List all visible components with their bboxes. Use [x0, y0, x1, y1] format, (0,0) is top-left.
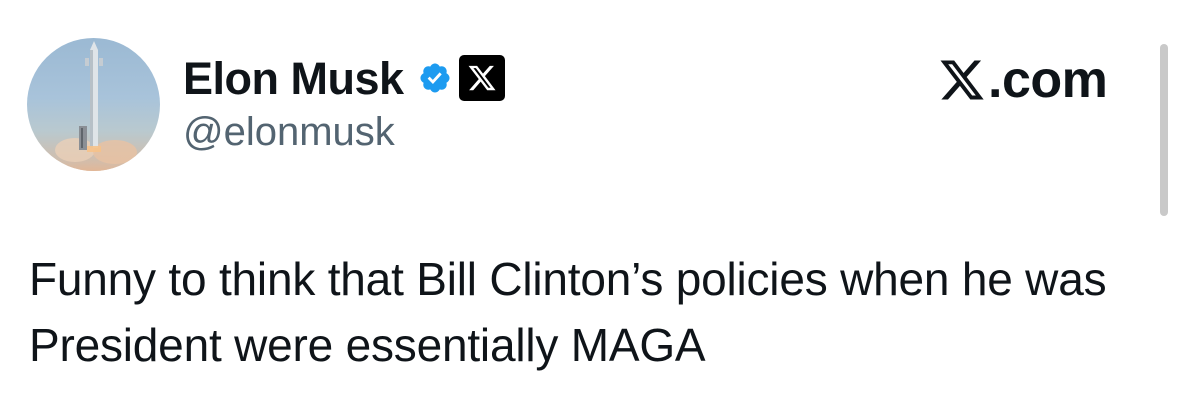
verified-badge-icon[interactable] [418, 61, 452, 95]
author-name-row: Elon Musk [183, 50, 505, 106]
x-logo-icon [940, 60, 984, 100]
avatar[interactable] [27, 38, 160, 171]
x-affiliation-badge[interactable] [458, 55, 505, 101]
tweet-text: Funny to think that Bill Clinton’s polic… [29, 253, 1107, 371]
site-domain-label: .com [988, 51, 1108, 109]
x-logo-icon [468, 65, 496, 91]
author-handle[interactable]: @elonmusk [183, 108, 395, 156]
x-com-logo: .com [938, 50, 1108, 110]
author-display-name[interactable]: Elon Musk [183, 56, 404, 101]
scrollbar[interactable] [1160, 44, 1168, 216]
